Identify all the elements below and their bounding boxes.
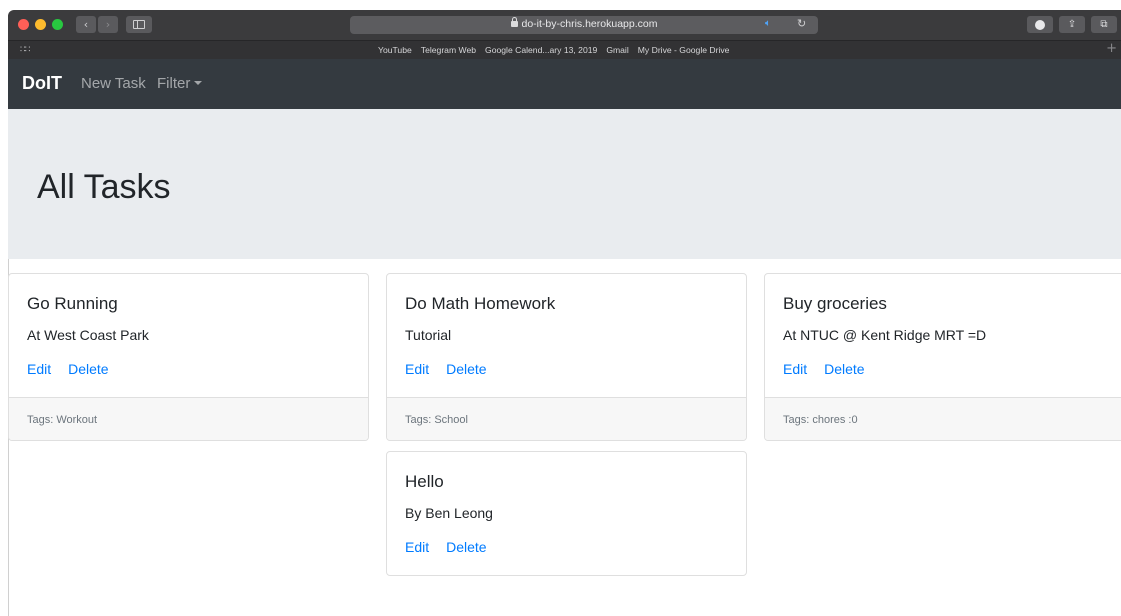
history-nav: ‹ › [76,16,118,33]
task-tags: Tags: School [405,414,468,426]
bookmark-list: YouTube Telegram Web Google Calend...ary… [378,45,729,55]
window-controls [18,19,63,30]
toolbar-right: ⇪ ⧉ [1027,16,1117,33]
task-tags-footer: Tags: School [387,397,746,440]
task-tags: Tags: chores :0 [783,414,858,426]
minimize-window-button[interactable] [35,19,46,30]
brand-link[interactable]: DoIT [22,73,62,94]
edit-link[interactable]: Edit [783,361,807,377]
reload-icon[interactable]: ↻ [797,17,806,30]
browser-titlebar: ‹ › do-it-by-chris.herokuapp.com 🔈︎ ↻ ⇪ … [8,10,1121,40]
site-navbar: DoIT New Task Filter [8,59,1121,109]
filter-label: Filter [157,75,191,92]
address-bar[interactable]: do-it-by-chris.herokuapp.com 🔈︎ ↻ [350,16,818,34]
download-icon[interactable] [1027,16,1053,33]
task-actions: Edit Delete [27,361,109,377]
new-task-link[interactable]: New Task [81,75,146,92]
zoom-window-button[interactable] [52,19,63,30]
task-actions: Edit Delete [405,361,487,377]
page-title: All Tasks [37,168,171,206]
task-actions: Edit Delete [405,539,487,555]
edit-link[interactable]: Edit [405,361,429,377]
delete-link[interactable]: Delete [824,361,864,377]
delete-link[interactable]: Delete [68,361,108,377]
task-description: Tutorial [405,327,452,343]
bookmark-gmail[interactable]: Gmail [606,45,628,55]
bookmark-google-drive[interactable]: My Drive - Google Drive [638,45,730,55]
task-description: At West Coast Park [27,327,149,343]
speaker-icon[interactable]: 🔈︎ [765,18,771,29]
url-display[interactable]: do-it-by-chris.herokuapp.com [350,17,818,30]
task-card: Go Running At West Coast Park Edit Delet… [8,273,369,441]
jumbotron: All Tasks [8,109,1121,259]
edit-link[interactable]: Edit [405,539,429,555]
delete-link[interactable]: Delete [446,361,486,377]
filter-dropdown[interactable]: Filter [157,75,203,92]
task-tags-footer: Tags: chores :0 [765,397,1121,440]
tabs-icon[interactable]: ⧉ [1091,16,1117,33]
bookmark-youtube[interactable]: YouTube [378,45,412,55]
apps-grid-icon[interactable]: ∷∷ [20,45,31,55]
task-tags: Tags: Workout [27,414,98,426]
close-window-button[interactable] [18,19,29,30]
url-text: do-it-by-chris.herokuapp.com [521,18,658,30]
bookmark-google-calendar[interactable]: Google Calend...ary 13, 2019 [485,45,597,55]
task-description: At NTUC @ Kent Ridge MRT =D [783,327,987,343]
share-icon[interactable]: ⇪ [1059,16,1085,33]
task-card: Hello By Ben Leong Edit Delete [386,451,747,576]
task-title: Do Math Homework [405,294,556,313]
bookmark-telegram[interactable]: Telegram Web [421,45,476,55]
bookmarks-bar: ∷∷ YouTube Telegram Web Google Calend...… [8,40,1121,59]
new-tab-plus-icon[interactable]: + [1106,41,1117,56]
task-actions: Edit Delete [783,361,865,377]
task-description: By Ben Leong [405,505,493,521]
delete-link[interactable]: Delete [446,539,486,555]
edit-link[interactable]: Edit [27,361,51,377]
task-title: Go Running [27,294,118,313]
task-card: Do Math Homework Tutorial Edit Delete Ta… [386,273,747,441]
task-title: Hello [405,472,444,491]
task-tags-footer: Tags: Workout [9,397,368,440]
lock-icon [510,17,518,27]
task-card: Buy groceries At NTUC @ Kent Ridge MRT =… [764,273,1121,441]
caret-down-icon [194,81,203,85]
back-icon[interactable]: ‹ [76,16,96,33]
task-title: Buy groceries [783,294,887,313]
sidebar-icon[interactable] [126,16,152,33]
forward-icon[interactable]: › [98,16,118,33]
